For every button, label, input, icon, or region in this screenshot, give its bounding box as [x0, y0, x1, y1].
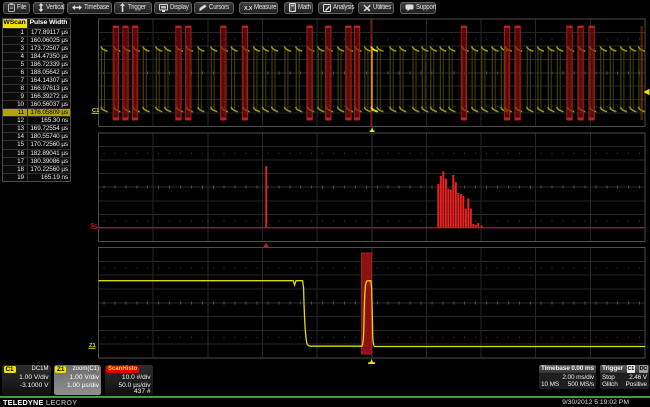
- svg-text:X.X: X.X: [244, 6, 252, 11]
